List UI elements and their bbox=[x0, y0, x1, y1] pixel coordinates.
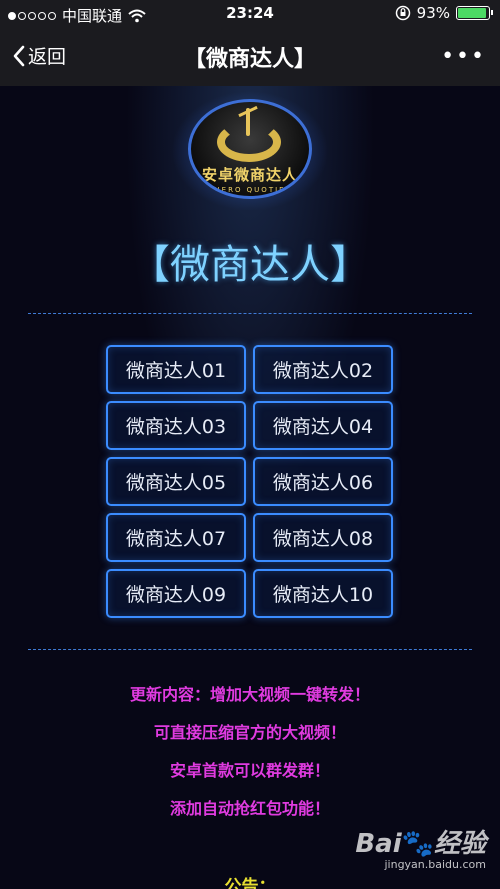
logo-subtext: HERO QUOTIE bbox=[214, 186, 286, 194]
grid-button-10[interactable]: 微商达人10 bbox=[253, 569, 393, 618]
status-right: 93% bbox=[395, 4, 493, 22]
grid-button-06[interactable]: 微商达人06 bbox=[253, 457, 393, 506]
grid-button-02[interactable]: 微商达人02 bbox=[253, 345, 393, 394]
baidu-watermark: Bai🐾经验 jingyan.baidu.com bbox=[355, 823, 486, 871]
grid-button-04[interactable]: 微商达人04 bbox=[253, 401, 393, 450]
update-line: 更新内容：增加大视频一键转发！ bbox=[129, 685, 370, 704]
button-grid: 微商达人01 微商达人02 微商达人03 微商达人04 微商达人05 微商达人06 微商达人… bbox=[106, 345, 394, 618]
grid-button-08[interactable]: 微商达人08 bbox=[253, 513, 393, 562]
grid-button-07[interactable]: 微商达人07 bbox=[106, 513, 246, 562]
battery-icon bbox=[456, 6, 493, 20]
update-line: 安卓首款可以群发群！ bbox=[169, 761, 330, 780]
main-content: 安卓微商达人 HERO QUOTIE 【微商达人】 微商达人01 微商达人02 微商… bbox=[0, 86, 500, 889]
watermark-main: Bai bbox=[355, 829, 402, 859]
grid-button-03[interactable]: 微商达人03 bbox=[106, 401, 246, 450]
battery-percent: 93% bbox=[416, 4, 450, 22]
page-title: 【微商达人】 bbox=[183, 47, 316, 72]
notice-label: 公告： bbox=[224, 877, 276, 889]
update-line: 可直接压缩官方的大视频！ bbox=[153, 723, 346, 742]
app-logo: 安卓微商达人 HERO QUOTIE bbox=[165, 86, 335, 216]
divider-bottom bbox=[28, 649, 472, 650]
grid-button-05[interactable]: 微商达人05 bbox=[106, 457, 246, 506]
battery-fill bbox=[458, 8, 486, 18]
logo-text: 安卓微商达人 bbox=[201, 166, 298, 184]
chevron-left-icon bbox=[13, 45, 25, 66]
nav-bar: 返回 【微商达人】 ••• bbox=[0, 28, 500, 86]
divider-top bbox=[28, 313, 472, 314]
logo-figure-icon bbox=[246, 108, 250, 136]
watermark-suffix: 经验 bbox=[433, 829, 486, 859]
rotation-lock-icon bbox=[395, 5, 410, 21]
status-bar: 中国联通 23:24 93% bbox=[0, 0, 500, 28]
grid-button-01[interactable]: 微商达人01 bbox=[106, 345, 246, 394]
more-options-button[interactable]: ••• bbox=[441, 44, 486, 69]
hero-title: 【微商达人】 bbox=[130, 242, 370, 288]
logo-badge: 安卓微商达人 HERO QUOTIE bbox=[188, 99, 312, 199]
back-label: 返回 bbox=[28, 46, 67, 68]
paw-icon: 🐾 bbox=[401, 829, 434, 859]
back-button[interactable]: 返回 bbox=[12, 42, 66, 69]
grid-button-09[interactable]: 微商达人09 bbox=[106, 569, 246, 618]
update-notes: 更新内容：增加大视频一键转发！ 可直接压缩官方的大视频！ 安卓首款可以群发群！ 添加自… bbox=[0, 676, 500, 828]
